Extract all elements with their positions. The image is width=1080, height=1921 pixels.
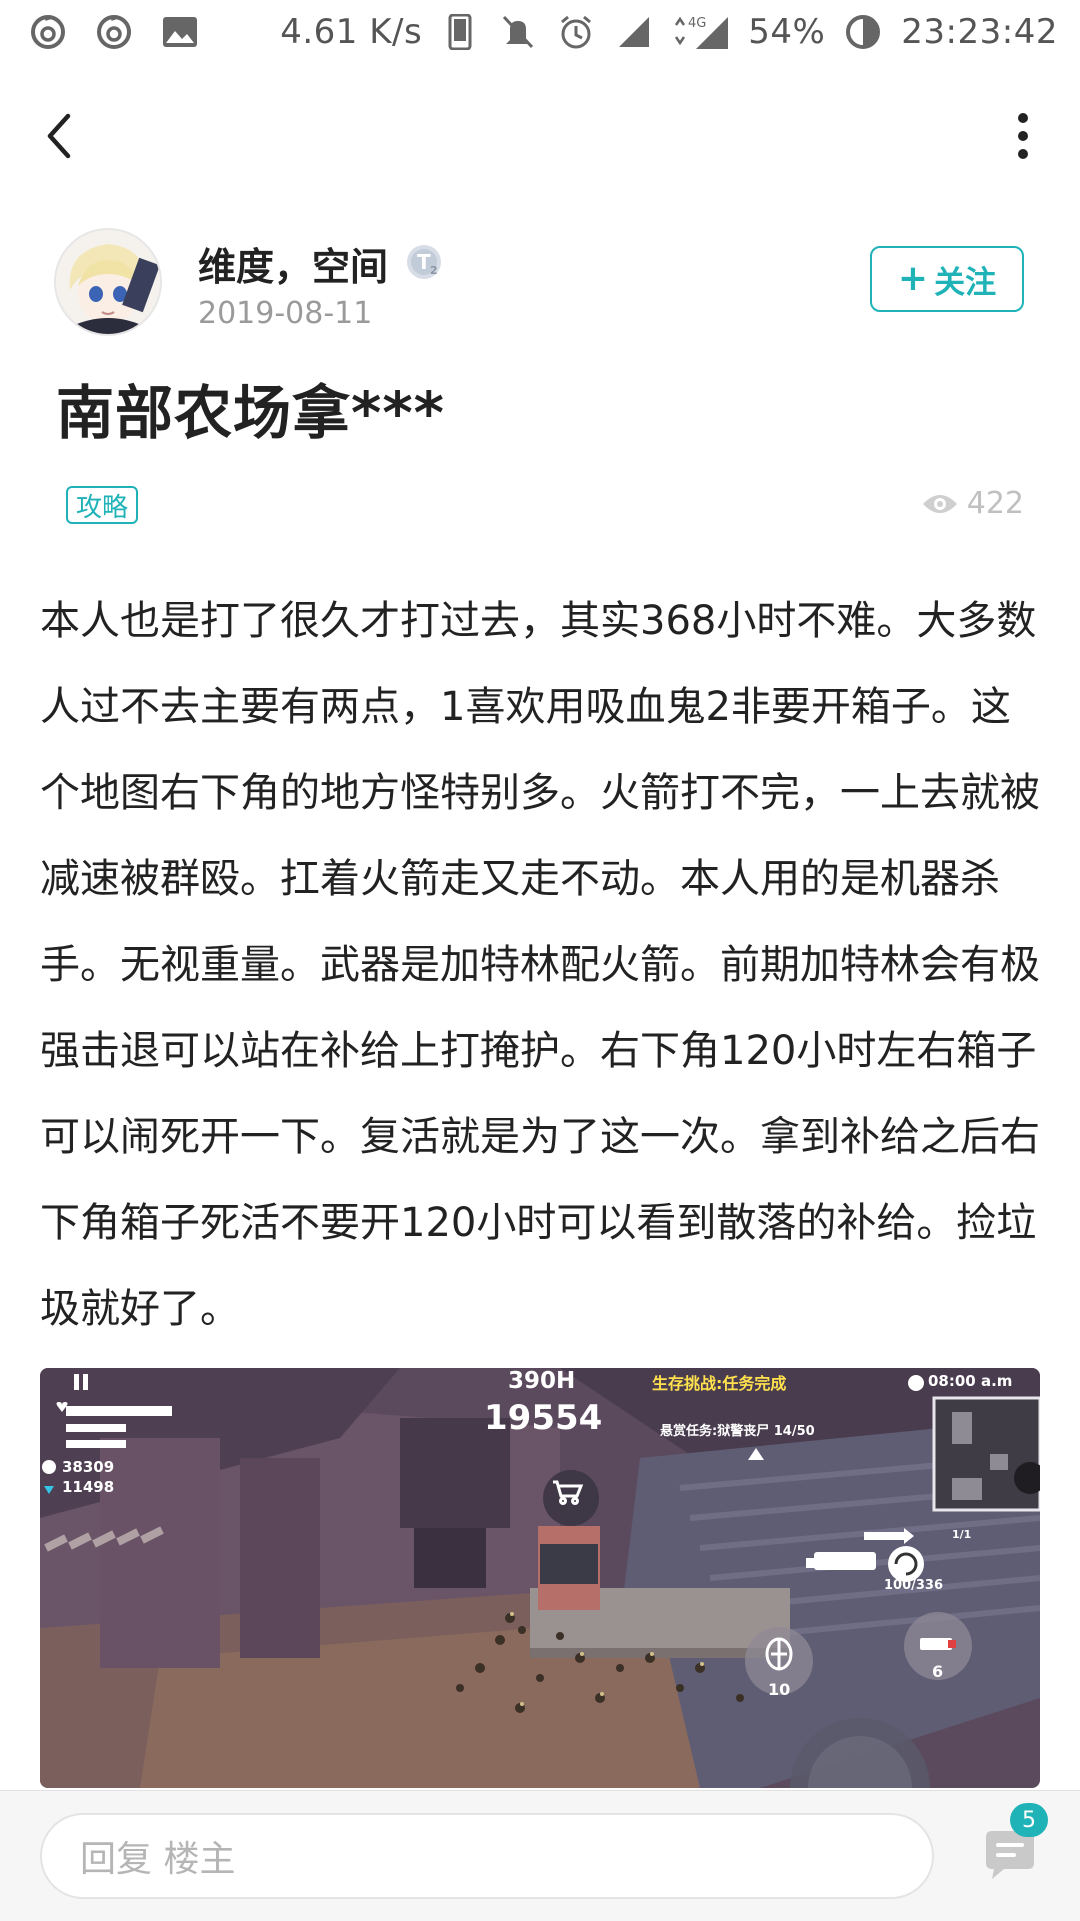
game-rockets: 6 [932, 1662, 944, 1681]
svg-text:2: 2 [430, 264, 438, 277]
reply-input[interactable]: 回复 楼主 [40, 1813, 934, 1899]
svg-text:4G: 4G [688, 16, 706, 31]
follow-label: 关注 [934, 264, 997, 301]
netease-music-icon [94, 12, 134, 52]
battery-icon [843, 12, 883, 52]
game-gold: 38309 [62, 1458, 115, 1476]
back-arrow-icon [47, 113, 71, 159]
signal-4g-icon: 4G [672, 12, 730, 52]
reply-bar: 回复 楼主 5 [0, 1790, 1080, 1921]
author-name[interactable]: 维度，空间 [198, 236, 388, 291]
view-count: 422 [921, 486, 1024, 521]
status-bar: 4.61 K/s 4G 54% 23:23:42 [0, 0, 1080, 64]
game-gems: 11498 [62, 1478, 115, 1496]
post-title: 南部农场拿*** [56, 379, 445, 447]
reply-placeholder: 回复 楼主 [80, 1839, 236, 1880]
game-clock: 08:00 a.m [928, 1372, 1013, 1390]
attached-game-screenshot[interactable]: 390H 19554 生存挑战:任务完成 悬赏任务:狱警丧尸 14/50 08:… [40, 1368, 1040, 1788]
battery-percent: 54% [748, 12, 826, 52]
app-bar [0, 96, 1080, 176]
game-grenades: 10 [768, 1680, 791, 1699]
plus-icon: + [897, 258, 929, 299]
mute-icon [498, 12, 538, 52]
phone-icon [440, 12, 480, 52]
avatar[interactable] [54, 228, 162, 336]
netease-music-icon [28, 12, 68, 52]
level-badge-icon: T 2 [407, 245, 441, 279]
post-tag[interactable]: 攻略 [66, 486, 139, 524]
signal-icon [614, 12, 654, 52]
follow-button[interactable]: + 关注 [870, 246, 1024, 312]
level-badge: T 2 [404, 240, 448, 284]
image-icon [160, 12, 200, 52]
game-challenge: 生存挑战:任务完成 [652, 1374, 787, 1393]
network-speed: 4.61 K/s [280, 12, 423, 52]
comment-count-badge: 5 [1010, 1803, 1048, 1837]
game-ammo-ratio: 1/1 [952, 1528, 972, 1541]
view-count-value: 422 [966, 486, 1024, 521]
post-body: 本人也是打了很久才打过去，其实368小时不难。大多数人过不去主要有两点，1喜欢用… [40, 598, 1040, 1332]
post-date: 2019-08-11 [198, 296, 373, 331]
back-button[interactable] [38, 110, 82, 162]
game-ammo-main: 100/336 [884, 1578, 944, 1593]
more-options-button[interactable] [1008, 110, 1038, 162]
game-hours: 390H [508, 1368, 576, 1394]
eye-icon [922, 494, 957, 513]
game-bounty: 悬赏任务:狱警丧尸 14/50 [660, 1424, 815, 1439]
alarm-icon [556, 12, 596, 52]
game-score: 19554 [484, 1398, 603, 1438]
clock: 23:23:42 [901, 12, 1058, 52]
more-vertical-icon [1018, 113, 1028, 159]
svg-text:T: T [417, 250, 431, 274]
